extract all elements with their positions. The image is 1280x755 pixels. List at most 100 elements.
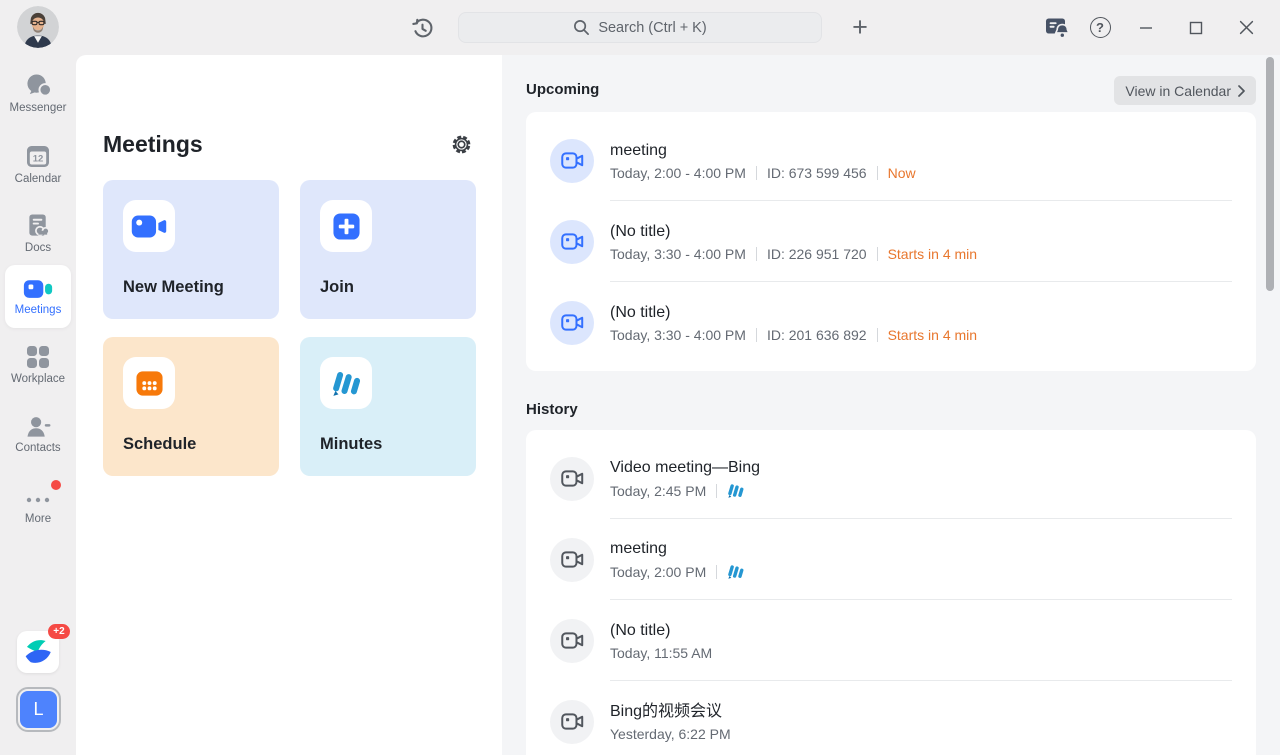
video-camera-icon [561,631,584,650]
settings-button[interactable] [450,133,474,157]
sidebar-item-calendar[interactable]: 12 Calendar [0,143,76,185]
top-bar: Search (Ctrl + K) + ? [0,0,1280,55]
video-camera-icon [561,550,584,569]
separator [756,328,757,342]
schedule-card[interactable]: Schedule [103,337,279,476]
meeting-title: (No title) [610,303,977,322]
meeting-avatar [550,457,594,501]
sidebar: Messenger 12 Calendar Docs Meetings [0,55,76,755]
meeting-status: Starts in 4 min [888,327,977,343]
history-clock-icon [410,16,435,41]
meeting-title: meeting [610,539,744,558]
close-icon [1239,20,1254,35]
meeting-id: ID: 673 599 456 [767,165,867,181]
calendar-icon: 12 [25,143,51,169]
history-row-3[interactable]: (No title) Today, 11:55 AM [526,600,1256,681]
meeting-title: Video meeting—Bing [610,458,760,477]
notification-dot [51,480,61,490]
minutes-badge-icon[interactable] [727,482,744,499]
meeting-avatar [550,619,594,663]
minutes-logo-icon [331,368,361,398]
scrollbar-thumb[interactable] [1266,57,1274,291]
contacts-icon [25,415,52,438]
minimize-button[interactable] [1126,11,1166,45]
sidebar-item-workplace[interactable]: Workplace [0,345,76,385]
lark-app-logo[interactable]: +2 [17,631,59,673]
new-meeting-card[interactable]: New Meeting [103,180,279,319]
sidebar-item-contacts[interactable]: Contacts [0,415,76,454]
view-in-calendar-label: View in Calendar [1125,83,1231,99]
separator [716,484,717,498]
meeting-status: Now [888,165,916,181]
recent-history-button[interactable] [408,14,436,42]
calendar-day-number: 12 [33,154,44,165]
meeting-status: Starts in 4 min [888,246,977,262]
sidebar-item-meetings[interactable]: Meetings [5,265,71,328]
sidebar-item-messenger[interactable]: Messenger [0,73,76,114]
new-meeting-label: New Meeting [123,278,224,297]
meeting-avatar [550,700,594,744]
page-title: Meetings [103,131,203,158]
history-row-4[interactable]: Bing的视频会议 Yesterday, 6:22 PM [526,681,1256,755]
upcoming-row-3[interactable]: (No title) Today, 3:30 - 4:00 PM ID: 201… [526,282,1256,363]
new-meeting-icon-box [123,200,175,252]
sidebar-item-label: Contacts [15,442,60,454]
help-glyph: ? [1096,20,1104,35]
sidebar-item-label: Messenger [10,102,67,114]
sidebar-item-label: Calendar [15,173,62,185]
app-badge: +2 [48,624,70,639]
separator [877,247,878,261]
announcement-button[interactable] [1042,12,1074,44]
sidebar-item-label: Workplace [11,373,65,385]
schedule-label: Schedule [123,435,196,454]
join-icon-box [320,200,372,252]
search-placeholder: Search (Ctrl + K) [598,20,706,36]
minutes-label: Minutes [320,435,382,454]
upcoming-heading: Upcoming [526,81,599,98]
sidebar-item-label: More [25,513,51,525]
view-in-calendar-button[interactable]: View in Calendar [1114,76,1256,105]
video-camera-icon [561,151,584,170]
history-card: Video meeting—Bing Today, 2:45 PM meetin… [526,430,1256,755]
meeting-time: Today, 2:00 PM [610,564,706,580]
gear-icon [450,133,473,156]
help-button[interactable]: ? [1084,12,1116,44]
meeting-time: Today, 3:30 - 4:00 PM [610,327,746,343]
video-camera-icon [561,232,584,251]
history-row-1[interactable]: Video meeting—Bing Today, 2:45 PM [526,438,1256,519]
sidebar-item-docs[interactable]: Docs [0,213,76,254]
minutes-card[interactable]: Minutes [300,337,476,476]
meetings-lists-panel: Upcoming View in Calendar meeting Today,… [502,55,1280,755]
meetings-panel: Meetings New Meeting [76,55,502,755]
user-avatar[interactable] [17,6,59,48]
meeting-title: Bing的视频会议 [610,702,731,721]
workspace-initial: L [20,691,57,728]
history-row-2[interactable]: meeting Today, 2:00 PM [526,519,1256,600]
board-bell-icon [1045,17,1071,39]
minutes-badge-icon[interactable] [727,563,744,580]
maximize-icon [1189,21,1203,35]
new-meeting-camera-icon [131,213,167,240]
join-plus-icon [332,212,361,241]
meeting-time: Today, 2:00 - 4:00 PM [610,165,746,181]
meeting-time: Yesterday, 6:22 PM [610,726,731,742]
workspace-avatar[interactable]: L [16,687,61,732]
close-button[interactable] [1226,11,1266,45]
upcoming-row-2[interactable]: (No title) Today, 3:30 - 4:00 PM ID: 226… [526,201,1256,282]
upcoming-row-1[interactable]: meeting Today, 2:00 - 4:00 PM ID: 673 59… [526,120,1256,201]
new-button[interactable]: + [845,8,875,46]
meeting-id: ID: 226 951 720 [767,246,867,262]
meetings-camera-icon [23,278,53,301]
join-card[interactable]: Join [300,180,476,319]
sidebar-item-more[interactable]: More [0,491,76,525]
workplace-icon [26,345,50,369]
meeting-avatar [550,139,594,183]
meeting-time: Today, 11:55 AM [610,645,712,661]
maximize-button[interactable] [1176,11,1216,45]
meeting-avatar [550,220,594,264]
schedule-icon-box [123,357,175,409]
search-input[interactable]: Search (Ctrl + K) [458,12,822,43]
more-icon [25,496,51,504]
separator [756,247,757,261]
separator [877,166,878,180]
